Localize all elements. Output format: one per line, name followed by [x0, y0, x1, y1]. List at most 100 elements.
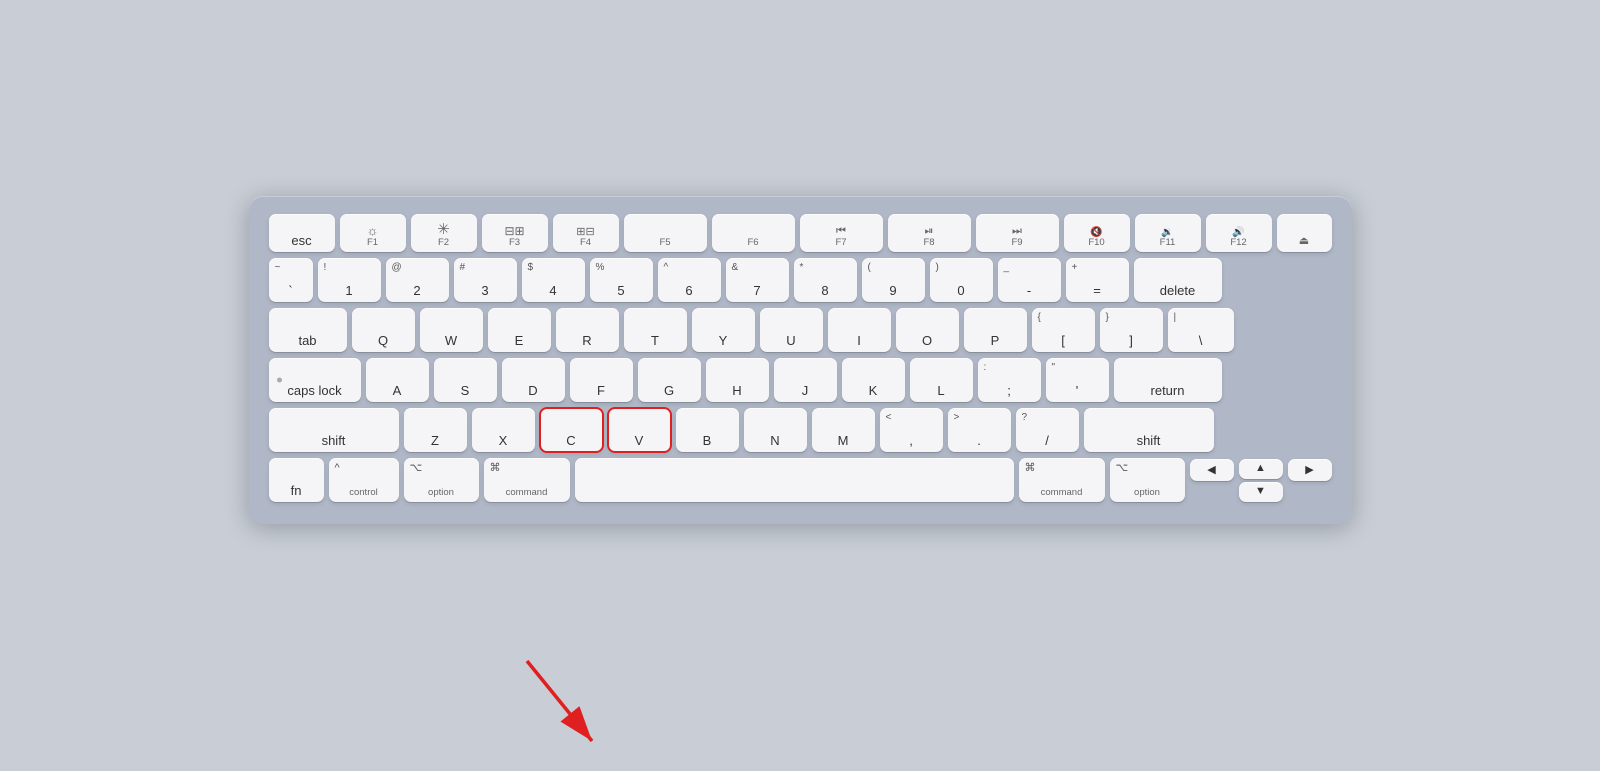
key-f1[interactable]: ☼ F1: [340, 214, 406, 252]
key-f8[interactable]: ⏯ F8: [888, 214, 971, 252]
key-t[interactable]: T: [624, 308, 687, 352]
key-option-left[interactable]: ⌥ option: [404, 458, 479, 502]
key-j[interactable]: J: [774, 358, 837, 402]
key-f11[interactable]: 🔉 F11: [1135, 214, 1201, 252]
key-semicolon[interactable]: : ;: [978, 358, 1041, 402]
key-y[interactable]: Y: [692, 308, 755, 352]
key-b[interactable]: B: [676, 408, 739, 452]
key-backtick[interactable]: ~ `: [269, 258, 313, 302]
key-f1-icon: ☼: [367, 223, 379, 238]
key-f6[interactable]: F6: [712, 214, 795, 252]
key-rbracket[interactable]: } ]: [1100, 308, 1163, 352]
key-f5[interactable]: F5: [624, 214, 707, 252]
key-l[interactable]: L: [910, 358, 973, 402]
key-5[interactable]: % 5: [590, 258, 653, 302]
key-f8-label: F8: [923, 238, 934, 248]
key-a[interactable]: A: [366, 358, 429, 402]
key-h[interactable]: H: [706, 358, 769, 402]
key-f12[interactable]: 🔊 F12: [1206, 214, 1272, 252]
key-arrow-up[interactable]: ▲: [1239, 459, 1283, 479]
key-f12-icon: 🔊: [1232, 227, 1244, 238]
key-quote[interactable]: " ': [1046, 358, 1109, 402]
key-f9[interactable]: ⏭ F9: [976, 214, 1059, 252]
qwerty-key-row: tab Q W E R T Y U I: [269, 308, 1332, 352]
zxcv-key-row: shift Z X C V B N M <: [269, 408, 1332, 452]
key-q[interactable]: Q: [352, 308, 415, 352]
key-f3-icon: ⊟⊞: [504, 224, 524, 238]
key-f9-label: F9: [1011, 238, 1022, 248]
arrow-top-row: ◀ ▲ ▼ ▶: [1190, 459, 1332, 502]
key-f2[interactable]: ✳ F2: [411, 214, 477, 252]
key-f3[interactable]: ⊟⊞ F3: [482, 214, 548, 252]
key-equals[interactable]: + =: [1066, 258, 1129, 302]
key-command-left[interactable]: ⌘ command: [484, 458, 570, 502]
key-2[interactable]: @ 2: [386, 258, 449, 302]
key-arrow-right[interactable]: ▶: [1288, 459, 1332, 481]
key-m[interactable]: M: [812, 408, 875, 452]
key-arrow-down[interactable]: ▼: [1239, 482, 1283, 502]
key-f2-label: F2: [438, 238, 449, 248]
key-f4-icon: ⊞⊟: [576, 225, 594, 238]
key-f7[interactable]: ⏮ F7: [800, 214, 883, 252]
key-esc-label: esc: [291, 234, 311, 247]
key-6[interactable]: ^ 6: [658, 258, 721, 302]
key-eject-icon: ⏏: [1299, 234, 1309, 247]
key-f6-label: F6: [747, 238, 758, 248]
keyboard-wrapper: esc ☼ F1 ✳ F2 ⊟⊞ F3 ⊞⊟ F4 F5 F6: [249, 196, 1352, 524]
key-n[interactable]: N: [744, 408, 807, 452]
key-eject[interactable]: ⏏: [1277, 214, 1332, 252]
key-d[interactable]: D: [502, 358, 565, 402]
key-comma[interactable]: < ,: [880, 408, 943, 452]
key-8[interactable]: * 8: [794, 258, 857, 302]
key-0[interactable]: ) 0: [930, 258, 993, 302]
key-delete[interactable]: delete: [1134, 258, 1222, 302]
key-return[interactable]: return: [1114, 358, 1222, 402]
key-4[interactable]: $ 4: [522, 258, 585, 302]
key-v[interactable]: V: [608, 408, 671, 452]
key-space[interactable]: [575, 458, 1014, 502]
key-f4[interactable]: ⊞⊟ F4: [553, 214, 619, 252]
bottom-key-row: fn ^ control ⌥ option ⌘ command ⌘ comman…: [269, 458, 1332, 502]
key-g[interactable]: G: [638, 358, 701, 402]
key-f4-label: F4: [580, 238, 591, 248]
number-key-row: ~ ` ! 1 @ 2 # 3 $ 4 % 5: [269, 258, 1332, 302]
key-f10-label: F10: [1088, 238, 1104, 248]
key-command-right[interactable]: ⌘ command: [1019, 458, 1105, 502]
key-s[interactable]: S: [434, 358, 497, 402]
key-slash[interactable]: ? /: [1016, 408, 1079, 452]
key-control[interactable]: ^ control: [329, 458, 399, 502]
key-k[interactable]: K: [842, 358, 905, 402]
key-w[interactable]: W: [420, 308, 483, 352]
key-caps-lock[interactable]: caps lock: [269, 358, 361, 402]
key-1[interactable]: ! 1: [318, 258, 381, 302]
key-p[interactable]: P: [964, 308, 1027, 352]
key-shift-right[interactable]: shift: [1084, 408, 1214, 452]
key-lbracket[interactable]: { [: [1032, 308, 1095, 352]
key-o[interactable]: O: [896, 308, 959, 352]
key-r[interactable]: R: [556, 308, 619, 352]
arrow-key-cluster: ◀ ▲ ▼ ▶: [1190, 459, 1332, 502]
key-minus[interactable]: _ -: [998, 258, 1061, 302]
key-f7-label: F7: [835, 238, 846, 248]
key-c[interactable]: C: [540, 408, 603, 452]
key-esc[interactable]: esc: [269, 214, 335, 252]
key-option-right[interactable]: ⌥ option: [1110, 458, 1185, 502]
key-backslash[interactable]: | \: [1168, 308, 1234, 352]
key-fn[interactable]: fn: [269, 458, 324, 502]
key-i[interactable]: I: [828, 308, 891, 352]
key-7[interactable]: & 7: [726, 258, 789, 302]
key-arrow-left[interactable]: ◀: [1190, 459, 1234, 481]
key-e[interactable]: E: [488, 308, 551, 352]
key-x[interactable]: X: [472, 408, 535, 452]
key-period[interactable]: > .: [948, 408, 1011, 452]
key-u[interactable]: U: [760, 308, 823, 352]
key-f[interactable]: F: [570, 358, 633, 402]
key-shift-left[interactable]: shift: [269, 408, 399, 452]
key-z[interactable]: Z: [404, 408, 467, 452]
key-f3-label: F3: [509, 238, 520, 248]
key-f10[interactable]: 🔇 F10: [1064, 214, 1130, 252]
key-tab[interactable]: tab: [269, 308, 347, 352]
key-f11-icon: 🔉: [1161, 227, 1173, 238]
key-9[interactable]: ( 9: [862, 258, 925, 302]
key-3[interactable]: # 3: [454, 258, 517, 302]
